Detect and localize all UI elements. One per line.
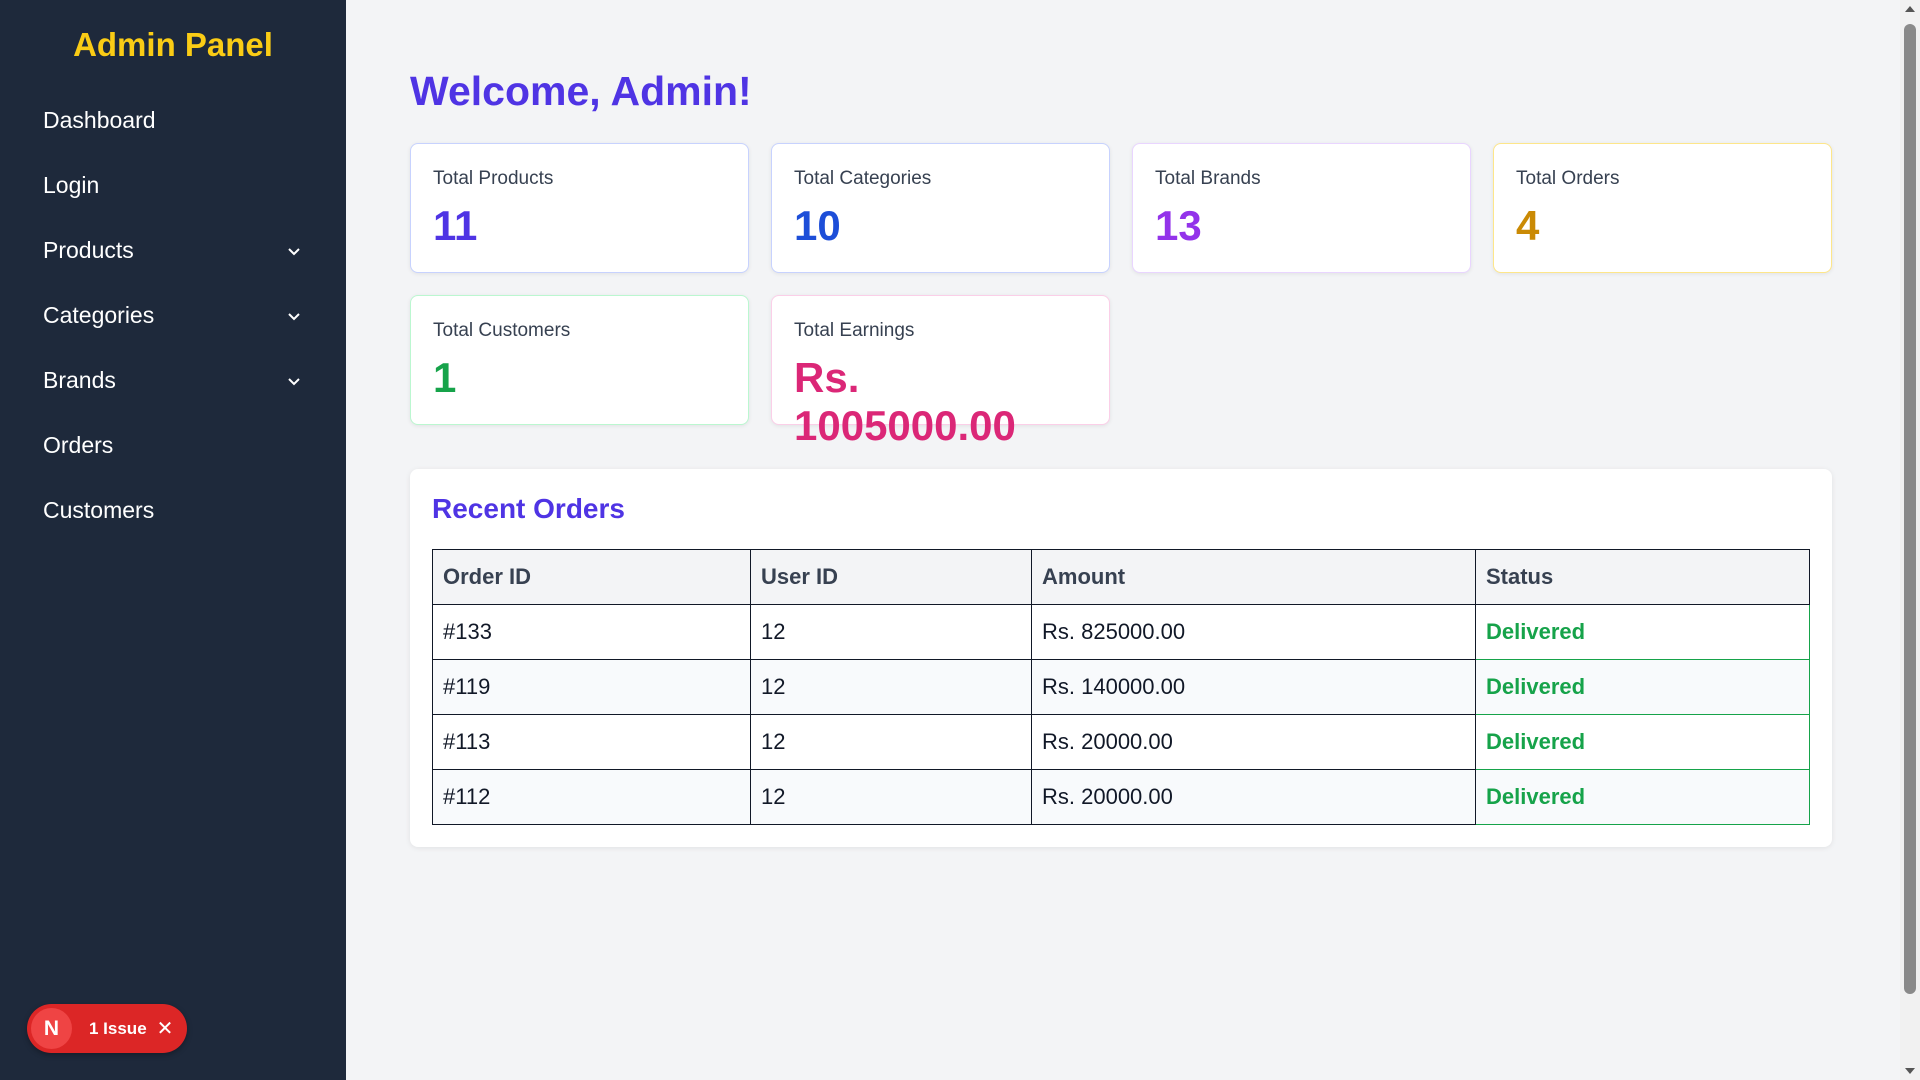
column-header-user-id: User ID xyxy=(750,549,1032,605)
order-id-cell: #112 xyxy=(432,769,751,825)
column-header-amount: Amount xyxy=(1031,549,1476,605)
stat-card-earnings: Total Earnings Rs. 1005000.00 xyxy=(771,295,1110,449)
stat-card-products: Total Products 11 xyxy=(410,143,749,273)
chevron-down-icon[interactable] xyxy=(286,243,302,259)
stats-grid: Total Products 11 Total Categories 10 To… xyxy=(410,143,1832,449)
recent-orders-table: Order ID User ID Amount Status #133 12 R… xyxy=(432,549,1810,825)
stat-value: 11 xyxy=(433,202,478,249)
stat-value: 1 xyxy=(433,354,457,401)
close-icon[interactable]: ✕ xyxy=(157,1019,174,1039)
sidebar-item-orders[interactable]: Orders xyxy=(0,413,346,478)
stat-label: Total Products xyxy=(433,168,554,189)
sidebar-item-label: Dashboard xyxy=(43,107,156,133)
stat-label: Total Orders xyxy=(1516,168,1620,189)
sidebar-item-label: Products xyxy=(43,237,134,263)
amount-cell: Rs. 20000.00 xyxy=(1031,714,1476,770)
stat-card-orders: Total Orders 4 xyxy=(1493,143,1832,273)
table-row: #112 12 Rs. 20000.00 Delivered xyxy=(432,769,1810,825)
sidebar-item-label: Orders xyxy=(43,432,114,458)
stat-card-customers: Total Customers 1 xyxy=(410,295,749,425)
main-content: Welcome, Admin! Total Products 11 Total … xyxy=(410,0,1832,847)
column-header-order-id: Order ID xyxy=(432,549,751,605)
stat-value: 10 xyxy=(794,202,841,249)
stat-label: Total Brands xyxy=(1155,168,1261,189)
recent-orders-title: Recent Orders xyxy=(432,493,625,524)
order-id-cell: #133 xyxy=(432,604,751,660)
table-row: #133 12 Rs. 825000.00 Delivered xyxy=(432,604,1810,660)
status-cell: Delivered xyxy=(1475,769,1810,825)
stat-card-categories: Total Categories 10 xyxy=(771,143,1110,273)
chevron-down-icon[interactable] xyxy=(286,308,302,324)
status-cell: Delivered xyxy=(1475,714,1810,770)
stat-label: Total Customers xyxy=(433,320,571,341)
scroll-up-arrow-icon[interactable] xyxy=(1905,6,1915,12)
nextjs-logo-icon: N xyxy=(31,1008,72,1049)
issue-count-label: 1 Issue xyxy=(89,1018,147,1038)
stat-card-brands: Total Brands 13 xyxy=(1132,143,1471,273)
amount-cell: Rs. 20000.00 xyxy=(1031,769,1476,825)
user-id-cell: 12 xyxy=(750,769,1032,825)
status-cell: Delivered xyxy=(1475,604,1810,660)
scroll-down-arrow-icon[interactable] xyxy=(1905,1068,1915,1074)
sidebar-item-brands[interactable]: Brands xyxy=(0,348,346,413)
sidebar-item-label: Brands xyxy=(43,367,116,393)
sidebar-item-label: Categories xyxy=(43,302,155,328)
user-id-cell: 12 xyxy=(750,659,1032,715)
page-scrollbar[interactable] xyxy=(1900,0,1920,1080)
sidebar-item-customers[interactable]: Customers xyxy=(0,478,346,543)
sidebar-nav: Dashboard Login Products Categories Bran… xyxy=(0,88,346,543)
stat-label: Total Earnings xyxy=(794,320,915,341)
recent-orders-panel: Recent Orders Order ID User ID Amount St… xyxy=(410,469,1832,847)
stat-value: 13 xyxy=(1155,202,1202,249)
column-header-status: Status xyxy=(1475,549,1810,605)
page-title: Welcome, Admin! xyxy=(410,68,752,114)
sidebar-item-dashboard[interactable]: Dashboard xyxy=(0,88,346,153)
sidebar-item-label: Login xyxy=(43,172,100,198)
sidebar-item-categories[interactable]: Categories xyxy=(0,283,346,348)
chevron-down-icon[interactable] xyxy=(286,373,302,389)
table-header-row: Order ID User ID Amount Status xyxy=(432,549,1810,605)
sidebar-item-label: Customers xyxy=(43,497,155,523)
table-row: #119 12 Rs. 140000.00 Delivered xyxy=(432,659,1810,715)
stat-value: 4 xyxy=(1516,202,1540,249)
status-cell: Delivered xyxy=(1475,659,1810,715)
order-id-cell: #119 xyxy=(432,659,751,715)
sidebar: Admin Panel Dashboard Login Products Cat… xyxy=(0,0,346,1080)
scrollbar-thumb[interactable] xyxy=(1904,24,1916,994)
table-row: #113 12 Rs. 20000.00 Delivered xyxy=(432,714,1810,770)
amount-cell: Rs. 825000.00 xyxy=(1031,604,1476,660)
issue-badge[interactable]: N 1 Issue ✕ xyxy=(27,1004,187,1053)
user-id-cell: 12 xyxy=(750,604,1032,660)
amount-cell: Rs. 140000.00 xyxy=(1031,659,1476,715)
stat-label: Total Categories xyxy=(794,168,932,189)
sidebar-item-login[interactable]: Login xyxy=(0,153,346,218)
order-id-cell: #113 xyxy=(432,714,751,770)
sidebar-title: Admin Panel xyxy=(73,26,273,63)
sidebar-item-products[interactable]: Products xyxy=(0,218,346,283)
user-id-cell: 12 xyxy=(750,714,1032,770)
stat-value: Rs. 1005000.00 xyxy=(794,354,1016,449)
